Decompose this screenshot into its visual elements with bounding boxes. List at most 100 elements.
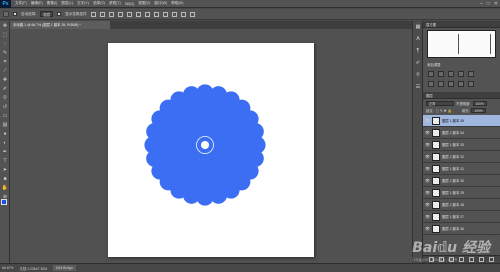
menu-file[interactable]: 文件(F) bbox=[15, 1, 27, 6]
color-swatches[interactable] bbox=[1, 199, 10, 209]
layer-row[interactable]: 👁 图层 1 副本 31 bbox=[423, 163, 500, 175]
layer-row[interactable]: 👁 图层 1 副本 26 bbox=[423, 223, 500, 235]
close-icon[interactable]: ✕ bbox=[494, 1, 498, 7]
exposure-icon[interactable] bbox=[458, 71, 464, 77]
visibility-eye-icon[interactable]: 👁 bbox=[425, 226, 430, 231]
layer-row[interactable]: 👁 图层 1 副本 35 bbox=[423, 115, 500, 127]
eraser-tool-icon[interactable]: ▭ bbox=[2, 113, 8, 119]
move-tool-icon[interactable]: ✥ bbox=[2, 23, 8, 29]
visibility-eye-icon[interactable]: 👁 bbox=[425, 178, 430, 183]
distribute-top-icon[interactable] bbox=[144, 11, 150, 17]
paragraph-panel-icon[interactable]: ¶ bbox=[415, 48, 421, 54]
blur-tool-icon[interactable]: ● bbox=[2, 131, 8, 137]
visibility-eye-icon[interactable]: 👁 bbox=[425, 118, 430, 123]
auto-select-checkbox[interactable] bbox=[13, 12, 17, 16]
layer-row[interactable]: 👁 图层 1 副本 30 bbox=[423, 175, 500, 187]
layers-panel-tab[interactable]: 图层 bbox=[423, 92, 500, 99]
fill-input[interactable]: 100% bbox=[471, 108, 486, 113]
healing-brush-tool-icon[interactable]: ✚ bbox=[2, 77, 8, 83]
layer-row[interactable]: 👁 图层 1 副本 34 bbox=[423, 127, 500, 139]
align-center-icon[interactable] bbox=[126, 11, 132, 17]
gradient-tool-icon[interactable]: ▤ bbox=[2, 122, 8, 128]
transform-controls-checkbox[interactable] bbox=[57, 12, 62, 16]
layer-row[interactable]: 👁 图层 1 副本 27 bbox=[423, 211, 500, 223]
window-controls: – □ ✕ bbox=[480, 1, 498, 7]
visibility-eye-icon[interactable]: 👁 bbox=[425, 130, 430, 135]
distribute-middle-icon[interactable] bbox=[153, 11, 159, 17]
zoom-level[interactable]: 66.67% bbox=[2, 266, 14, 270]
visibility-eye-icon[interactable]: 👁 bbox=[425, 166, 430, 171]
align-top-icon[interactable] bbox=[90, 11, 96, 17]
align-bottom-icon[interactable] bbox=[108, 11, 114, 17]
foreground-color[interactable] bbox=[1, 199, 7, 205]
character-panel-icon[interactable]: A bbox=[415, 36, 421, 42]
color-balance-icon[interactable] bbox=[438, 81, 444, 87]
visibility-eye-icon[interactable]: 👁 bbox=[425, 190, 430, 195]
menu-filter[interactable]: 滤镜(T) bbox=[109, 1, 121, 6]
histogram-panel-tab[interactable]: 直方图 bbox=[423, 21, 500, 28]
brush-tool-icon[interactable]: ✐ bbox=[2, 86, 8, 92]
eyedropper-tool-icon[interactable]: ⁄ bbox=[2, 68, 8, 74]
visibility-eye-icon[interactable]: 👁 bbox=[425, 142, 430, 147]
history-panel-icon[interactable]: ▦ bbox=[415, 24, 421, 30]
type-tool-icon[interactable]: T bbox=[2, 158, 8, 164]
document-tab[interactable]: 未标题-1 @ 66.7% (图层 1 副本 35, RGB/8) * bbox=[10, 21, 110, 29]
menu-view[interactable]: 视图(V) bbox=[138, 1, 150, 6]
menu-help[interactable]: 帮助(H) bbox=[171, 1, 183, 6]
menu-3d[interactable]: 3D(D) bbox=[125, 2, 135, 6]
distribute-center-icon[interactable] bbox=[180, 11, 186, 17]
shape-tool-icon[interactable]: ■ bbox=[2, 176, 8, 182]
quick-select-tool-icon[interactable]: ✎ bbox=[2, 50, 8, 56]
menu-image[interactable]: 图像(I) bbox=[47, 1, 58, 6]
mini-bridge-tab[interactable]: Mini Bridge bbox=[53, 265, 76, 271]
curves-icon[interactable] bbox=[448, 71, 454, 77]
lasso-tool-icon[interactable]: ◌ bbox=[2, 41, 8, 47]
clone-source-panel-icon[interactable]: ⚲ bbox=[415, 72, 421, 78]
black-white-icon[interactable] bbox=[448, 81, 454, 87]
align-middle-icon[interactable] bbox=[99, 11, 105, 17]
adjustments-title: 添加调整 bbox=[427, 63, 441, 67]
brush-panel-icon[interactable]: ✐ bbox=[415, 60, 421, 66]
align-right-icon[interactable] bbox=[135, 11, 141, 17]
document-canvas[interactable] bbox=[108, 43, 314, 257]
clone-stamp-tool-icon[interactable]: ⚲ bbox=[2, 95, 8, 101]
move-tool-icon[interactable] bbox=[3, 11, 9, 17]
photo-filter-icon[interactable] bbox=[458, 81, 464, 87]
auto-select-dropdown[interactable]: 图层 bbox=[40, 11, 54, 17]
visibility-eye-icon[interactable]: 👁 bbox=[425, 214, 430, 219]
crop-tool-icon[interactable]: ⌗ bbox=[2, 59, 8, 65]
maximize-icon[interactable]: □ bbox=[487, 1, 490, 7]
pen-tool-icon[interactable]: ✒ bbox=[2, 149, 8, 155]
minimize-icon[interactable]: – bbox=[480, 1, 483, 7]
distribute-right-icon[interactable] bbox=[189, 11, 195, 17]
lock-icons[interactable]: ▢ ✎ ✥ 🔒 bbox=[436, 109, 460, 113]
visibility-eye-icon[interactable]: 👁 bbox=[425, 202, 430, 207]
visibility-eye-icon[interactable]: 👁 bbox=[425, 154, 430, 159]
distribute-bottom-icon[interactable] bbox=[162, 11, 168, 17]
layer-row[interactable]: 👁 图层 1 副本 29 bbox=[423, 187, 500, 199]
dodge-tool-icon[interactable]: ◐ bbox=[2, 140, 8, 146]
hue-saturation-icon[interactable] bbox=[428, 81, 434, 87]
history-brush-tool-icon[interactable]: ↺ bbox=[2, 104, 8, 110]
layer-row[interactable]: 👁 图层 1 副本 28 bbox=[423, 199, 500, 211]
layer-row[interactable]: 👁 图层 1 副本 33 bbox=[423, 139, 500, 151]
layer-row[interactable]: 👁 图层 1 副本 32 bbox=[423, 151, 500, 163]
levels-icon[interactable] bbox=[438, 71, 444, 77]
opacity-input[interactable]: 100% bbox=[472, 101, 487, 106]
menu-select[interactable]: 选择(S) bbox=[93, 1, 105, 6]
path-select-tool-icon[interactable]: ➤ bbox=[2, 167, 8, 173]
distribute-left-icon[interactable] bbox=[171, 11, 177, 17]
menu-edit[interactable]: 编辑(E) bbox=[31, 1, 43, 6]
align-left-icon[interactable] bbox=[117, 11, 123, 17]
menu-window[interactable]: 窗口(W) bbox=[154, 1, 167, 6]
menu-layer[interactable]: 图层(L) bbox=[61, 1, 73, 6]
vibrance-icon[interactable] bbox=[468, 71, 474, 77]
document-info[interactable]: 文档:1.23M/7.35M bbox=[20, 266, 48, 271]
menu-type[interactable]: 文字(Y) bbox=[77, 1, 89, 6]
marquee-tool-icon[interactable]: ⬚ bbox=[2, 32, 8, 38]
brightness-icon[interactable] bbox=[428, 71, 434, 77]
hand-tool-icon[interactable]: ✋ bbox=[2, 185, 8, 191]
blend-mode-select[interactable]: 正常 bbox=[426, 101, 454, 106]
properties-panel-icon[interactable]: ☰ bbox=[415, 84, 421, 90]
channel-mixer-icon[interactable] bbox=[468, 81, 474, 87]
